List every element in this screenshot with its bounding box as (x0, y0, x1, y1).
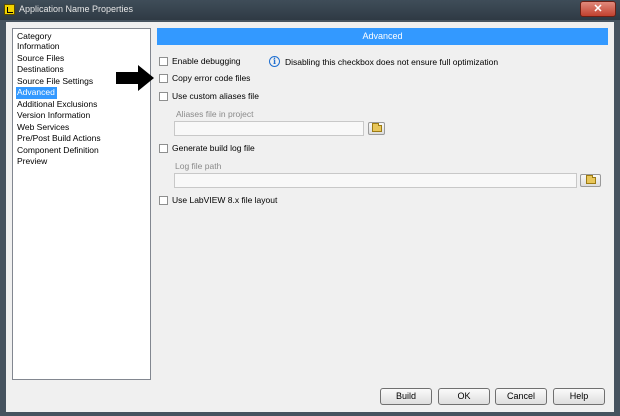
category-item-source-file-settings[interactable]: Source File Settings (16, 76, 93, 88)
copy-error-code-files-label: Copy error code files (172, 73, 251, 83)
info-note: i Disabling this checkbox does not ensur… (269, 56, 498, 67)
category-item-preview[interactable]: Preview (16, 156, 47, 168)
category-item-web-services[interactable]: Web Services (16, 122, 69, 134)
copy-error-code-files-row[interactable]: Copy error code files (159, 73, 250, 83)
use-labview8x-layout-row[interactable]: Use LabVIEW 8.x file layout (159, 195, 277, 205)
window-title: Application Name Properties (19, 4, 134, 14)
category-item-additional-exclusions[interactable]: Additional Exclusions (16, 99, 97, 111)
enable-debugging-checkbox[interactable] (159, 56, 168, 66)
info-icon: i (269, 56, 280, 67)
log-file-browse-button[interactable] (580, 174, 601, 187)
enable-debugging-row[interactable]: Enable debugging (159, 56, 241, 66)
folder-icon (585, 175, 596, 184)
category-item-advanced[interactable]: Advanced (16, 87, 57, 99)
aliases-file-input[interactable] (174, 121, 364, 136)
title-bar[interactable]: Application Name Properties ✕ (0, 0, 620, 20)
use-custom-aliases-row[interactable]: Use custom aliases file (159, 91, 259, 101)
category-items: Information Source Files Destinations So… (16, 41, 146, 168)
log-file-path-input[interactable] (174, 173, 577, 188)
section-header: Advanced (157, 28, 608, 45)
generate-build-log-checkbox[interactable] (159, 143, 168, 153)
ok-button[interactable]: OK (438, 388, 490, 405)
category-item-pre-post-build-actions[interactable]: Pre/Post Build Actions (16, 133, 101, 145)
folder-icon (371, 123, 382, 132)
use-labview8x-layout-label: Use LabVIEW 8.x file layout (172, 195, 278, 205)
category-item-source-files[interactable]: Source Files (16, 53, 64, 65)
copy-error-code-files-checkbox[interactable] (159, 73, 168, 83)
category-header: Category (17, 31, 52, 41)
log-file-path-label: Log file path (175, 161, 222, 171)
category-item-version-information[interactable]: Version Information (16, 110, 90, 122)
aliases-file-label: Aliases file in project (176, 109, 254, 119)
cancel-button[interactable]: Cancel (495, 388, 547, 405)
category-item-destinations[interactable]: Destinations (16, 64, 64, 76)
close-button[interactable]: ✕ (580, 1, 616, 17)
build-button[interactable]: Build (380, 388, 432, 405)
labview-app-icon (4, 4, 15, 15)
generate-build-log-label: Generate build log file (172, 143, 255, 153)
black-arrow-icon (116, 65, 154, 91)
info-note-text: Disabling this checkbox does not ensure … (285, 56, 499, 67)
use-custom-aliases-label: Use custom aliases file (172, 91, 259, 101)
properties-dialog: Application Name Properties ✕ Category I… (0, 0, 620, 416)
use-custom-aliases-checkbox[interactable] (159, 91, 168, 101)
help-button[interactable]: Help (553, 388, 605, 405)
aliases-browse-button[interactable] (368, 122, 385, 135)
category-item-component-definition[interactable]: Component Definition (16, 145, 99, 157)
category-item-information[interactable]: Information (16, 41, 60, 53)
use-labview8x-layout-checkbox[interactable] (159, 195, 168, 205)
enable-debugging-label: Enable debugging (172, 56, 241, 66)
generate-build-log-row[interactable]: Generate build log file (159, 143, 255, 153)
dialog-body: Category Information Source Files Destin… (6, 22, 614, 412)
